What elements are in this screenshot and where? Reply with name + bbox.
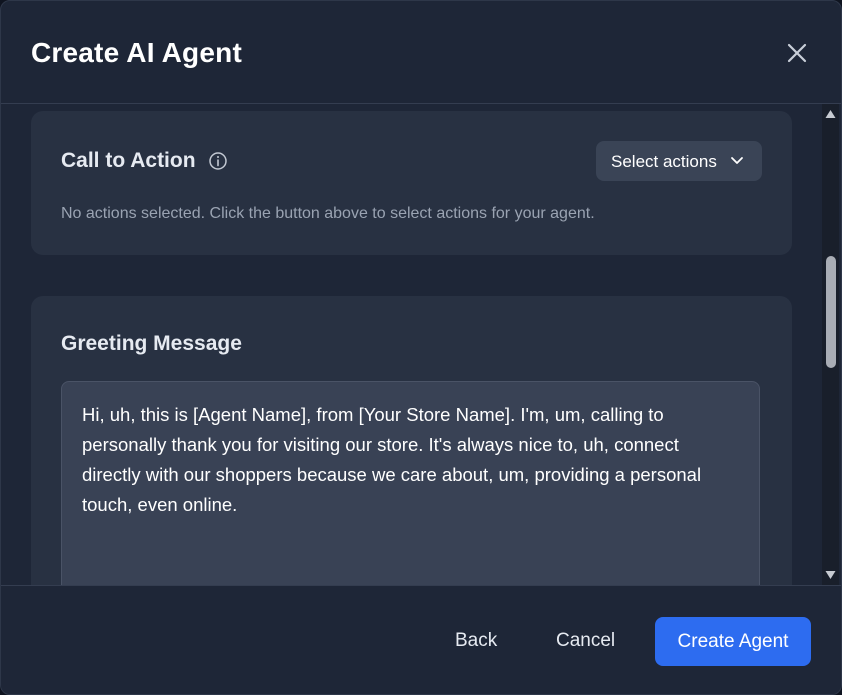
call-to-action-title: Call to Action [61,149,196,172]
greeting-message-title: Greeting Message [61,332,242,355]
create-agent-button[interactable]: Create Agent [655,617,811,666]
create-agent-dialog: Create AI Agent Call to Action Select ac… [0,0,842,695]
info-icon[interactable] [208,151,228,171]
cancel-button[interactable]: Cancel [556,630,615,652]
greeting-message-section: Greeting Message Hi, uh, this is [Agent … [31,296,792,585]
dialog-header: Create AI Agent [1,1,841,104]
scrollbar-thumb[interactable] [826,256,836,368]
dialog-body: Call to Action Select actions No actions… [1,104,841,585]
chevron-down-icon [731,157,743,164]
scroll-up-arrow-icon[interactable] [825,109,836,119]
select-actions-button[interactable]: Select actions [596,141,762,181]
vertical-scrollbar[interactable] [822,104,839,585]
dialog-footer: Back Cancel Create Agent [1,585,841,694]
back-button[interactable]: Back [455,630,497,652]
close-button[interactable] [783,39,811,67]
dialog-title: Create AI Agent [31,37,242,68]
greeting-message-textarea[interactable]: Hi, uh, this is [Agent Name], from [Your… [61,381,760,585]
no-actions-message: No actions selected. Click the button ab… [61,205,595,222]
select-actions-label: Select actions [611,152,717,171]
call-to-action-section: Call to Action Select actions No actions… [31,111,792,255]
scroll-down-arrow-icon[interactable] [825,570,836,580]
close-icon [787,43,807,63]
